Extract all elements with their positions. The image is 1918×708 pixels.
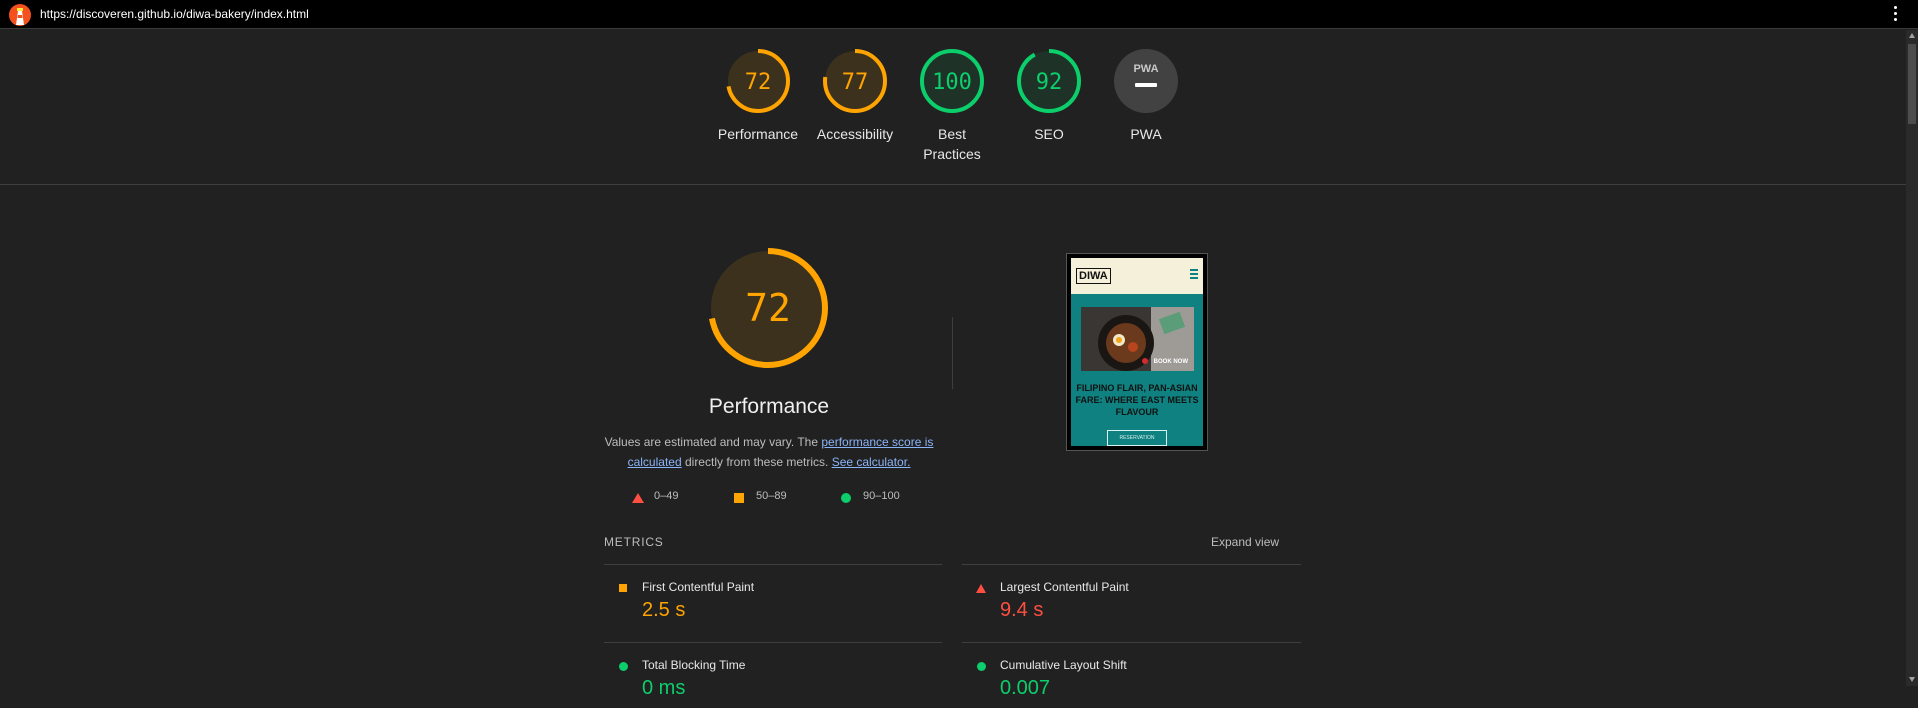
metrics-mid-divider-right: [962, 642, 1301, 643]
reservation-button: RESERVATION: [1107, 430, 1167, 446]
metrics-mid-divider-left: [604, 642, 942, 643]
legend-pass-range: 90–100: [863, 490, 900, 502]
metric-value: 9.4 s: [1000, 599, 1044, 621]
square-average-icon: [734, 493, 744, 503]
metric-first-contentful-paint: First Contentful Paint 2.5 s: [604, 580, 942, 630]
gauge-performance-score: 72: [745, 70, 772, 95]
gauge-accessibility[interactable]: 77 Accessibility: [800, 48, 910, 144]
metric-value: 2.5 s: [642, 599, 686, 621]
metric-name: Largest Contentful Paint: [1000, 580, 1129, 594]
metric-name: Total Blocking Time: [642, 658, 746, 672]
circle-pass-icon: [619, 662, 628, 671]
metric-value: 0.007: [1000, 677, 1051, 699]
performance-title: Performance: [708, 395, 830, 418]
gauge-pwa-ring: PWA: [1114, 49, 1178, 113]
screenshot-header: DIWA: [1071, 258, 1203, 294]
metric-name: Cumulative Layout Shift: [1000, 658, 1127, 672]
category-gauges: 72 Performance 77 Accessibility 100 Best…: [0, 29, 1906, 185]
perf-desc-text-2: directly from these metrics.: [681, 455, 832, 469]
gauge-performance[interactable]: 72 Performance: [703, 48, 813, 144]
gauge-seo-score: 92: [1036, 70, 1063, 95]
performance-main-gauge: 72: [708, 248, 828, 368]
circle-pass-icon: [841, 493, 851, 503]
metrics-heading: METRICS: [604, 535, 664, 549]
vertical-divider: [952, 317, 953, 389]
perf-desc-text-1: Values are estimated and may vary. The: [604, 435, 822, 449]
food-photo: BOOK NOW: [1081, 307, 1194, 371]
vertical-scrollbar[interactable]: [1906, 30, 1918, 686]
performance-main-score: 72: [745, 286, 791, 330]
metric-name: First Contentful Paint: [642, 580, 755, 594]
legend-average-range: 50–89: [756, 490, 787, 502]
page-screenshot-thumbnail[interactable]: DIWA BOOK NOW FILIPINO FLAIR, PAN-ASIAN …: [1066, 253, 1208, 451]
see-calculator-link[interactable]: See calculator.: [832, 455, 911, 469]
gauge-performance-ring: 72: [726, 49, 790, 113]
metrics-top-divider-left: [604, 564, 942, 565]
gauge-accessibility-ring: 77: [823, 49, 887, 113]
performance-description: Values are estimated and may vary. The p…: [604, 432, 934, 472]
gauge-seo-label: SEO: [1034, 126, 1064, 142]
gauge-best-practices[interactable]: 100 Best Practices: [897, 48, 1007, 164]
legend-fail-range: 0–49: [654, 490, 679, 502]
metric-value: 0 ms: [642, 677, 686, 699]
circle-pass-icon: [977, 662, 986, 671]
pwa-dash-icon: [1135, 83, 1157, 87]
gauge-accessibility-score: 77: [842, 70, 869, 95]
scroll-down-arrow-icon[interactable]: [1909, 677, 1915, 682]
report-url[interactable]: https://discoveren.github.io/diwa-bakery…: [40, 7, 309, 21]
triangle-fail-icon: [976, 584, 986, 593]
screenshot-headline: FILIPINO FLAIR, PAN-ASIAN FARE: WHERE EA…: [1075, 383, 1199, 417]
more-menu-icon[interactable]: [1894, 6, 1898, 22]
metric-largest-contentful-paint: Largest Contentful Paint 9.4 s: [962, 580, 1301, 630]
expand-view-toggle[interactable]: Expand view: [1211, 535, 1279, 549]
gauge-seo[interactable]: 92 SEO: [994, 48, 1104, 144]
gauge-best-practices-label: Best Practices: [923, 126, 981, 162]
gauge-best-practices-score: 100: [932, 70, 972, 95]
metric-cumulative-layout-shift: Cumulative Layout Shift 0.007: [962, 658, 1301, 708]
hamburger-menu-icon: [1190, 269, 1198, 281]
gauge-pwa-label: PWA: [1130, 126, 1162, 142]
gauge-performance-label: Performance: [717, 126, 799, 142]
square-average-icon: [619, 584, 627, 592]
gauge-best-practices-ring: 100: [920, 49, 984, 113]
book-now-text: BOOK NOW: [1153, 359, 1188, 365]
triangle-fail-icon: [632, 493, 644, 503]
scrollbar-thumb[interactable]: [1908, 44, 1916, 124]
pwa-badge-icon: PWA: [1133, 63, 1158, 75]
screenshot-brand-logo: DIWA: [1076, 268, 1111, 284]
gauge-seo-ring: 92: [1017, 49, 1081, 113]
screenshot-content: DIWA BOOK NOW FILIPINO FLAIR, PAN-ASIAN …: [1071, 258, 1203, 446]
scroll-up-arrow-icon[interactable]: [1909, 33, 1915, 38]
gauge-accessibility-label: Accessibility: [816, 126, 894, 142]
url-bar: https://discoveren.github.io/diwa-bakery…: [0, 0, 1918, 29]
gauge-pwa[interactable]: PWA PWA: [1091, 48, 1201, 144]
metric-total-blocking-time: Total Blocking Time 0 ms: [604, 658, 942, 708]
metrics-top-divider-right: [962, 564, 1301, 565]
lighthouse-logo-icon: [9, 4, 31, 26]
